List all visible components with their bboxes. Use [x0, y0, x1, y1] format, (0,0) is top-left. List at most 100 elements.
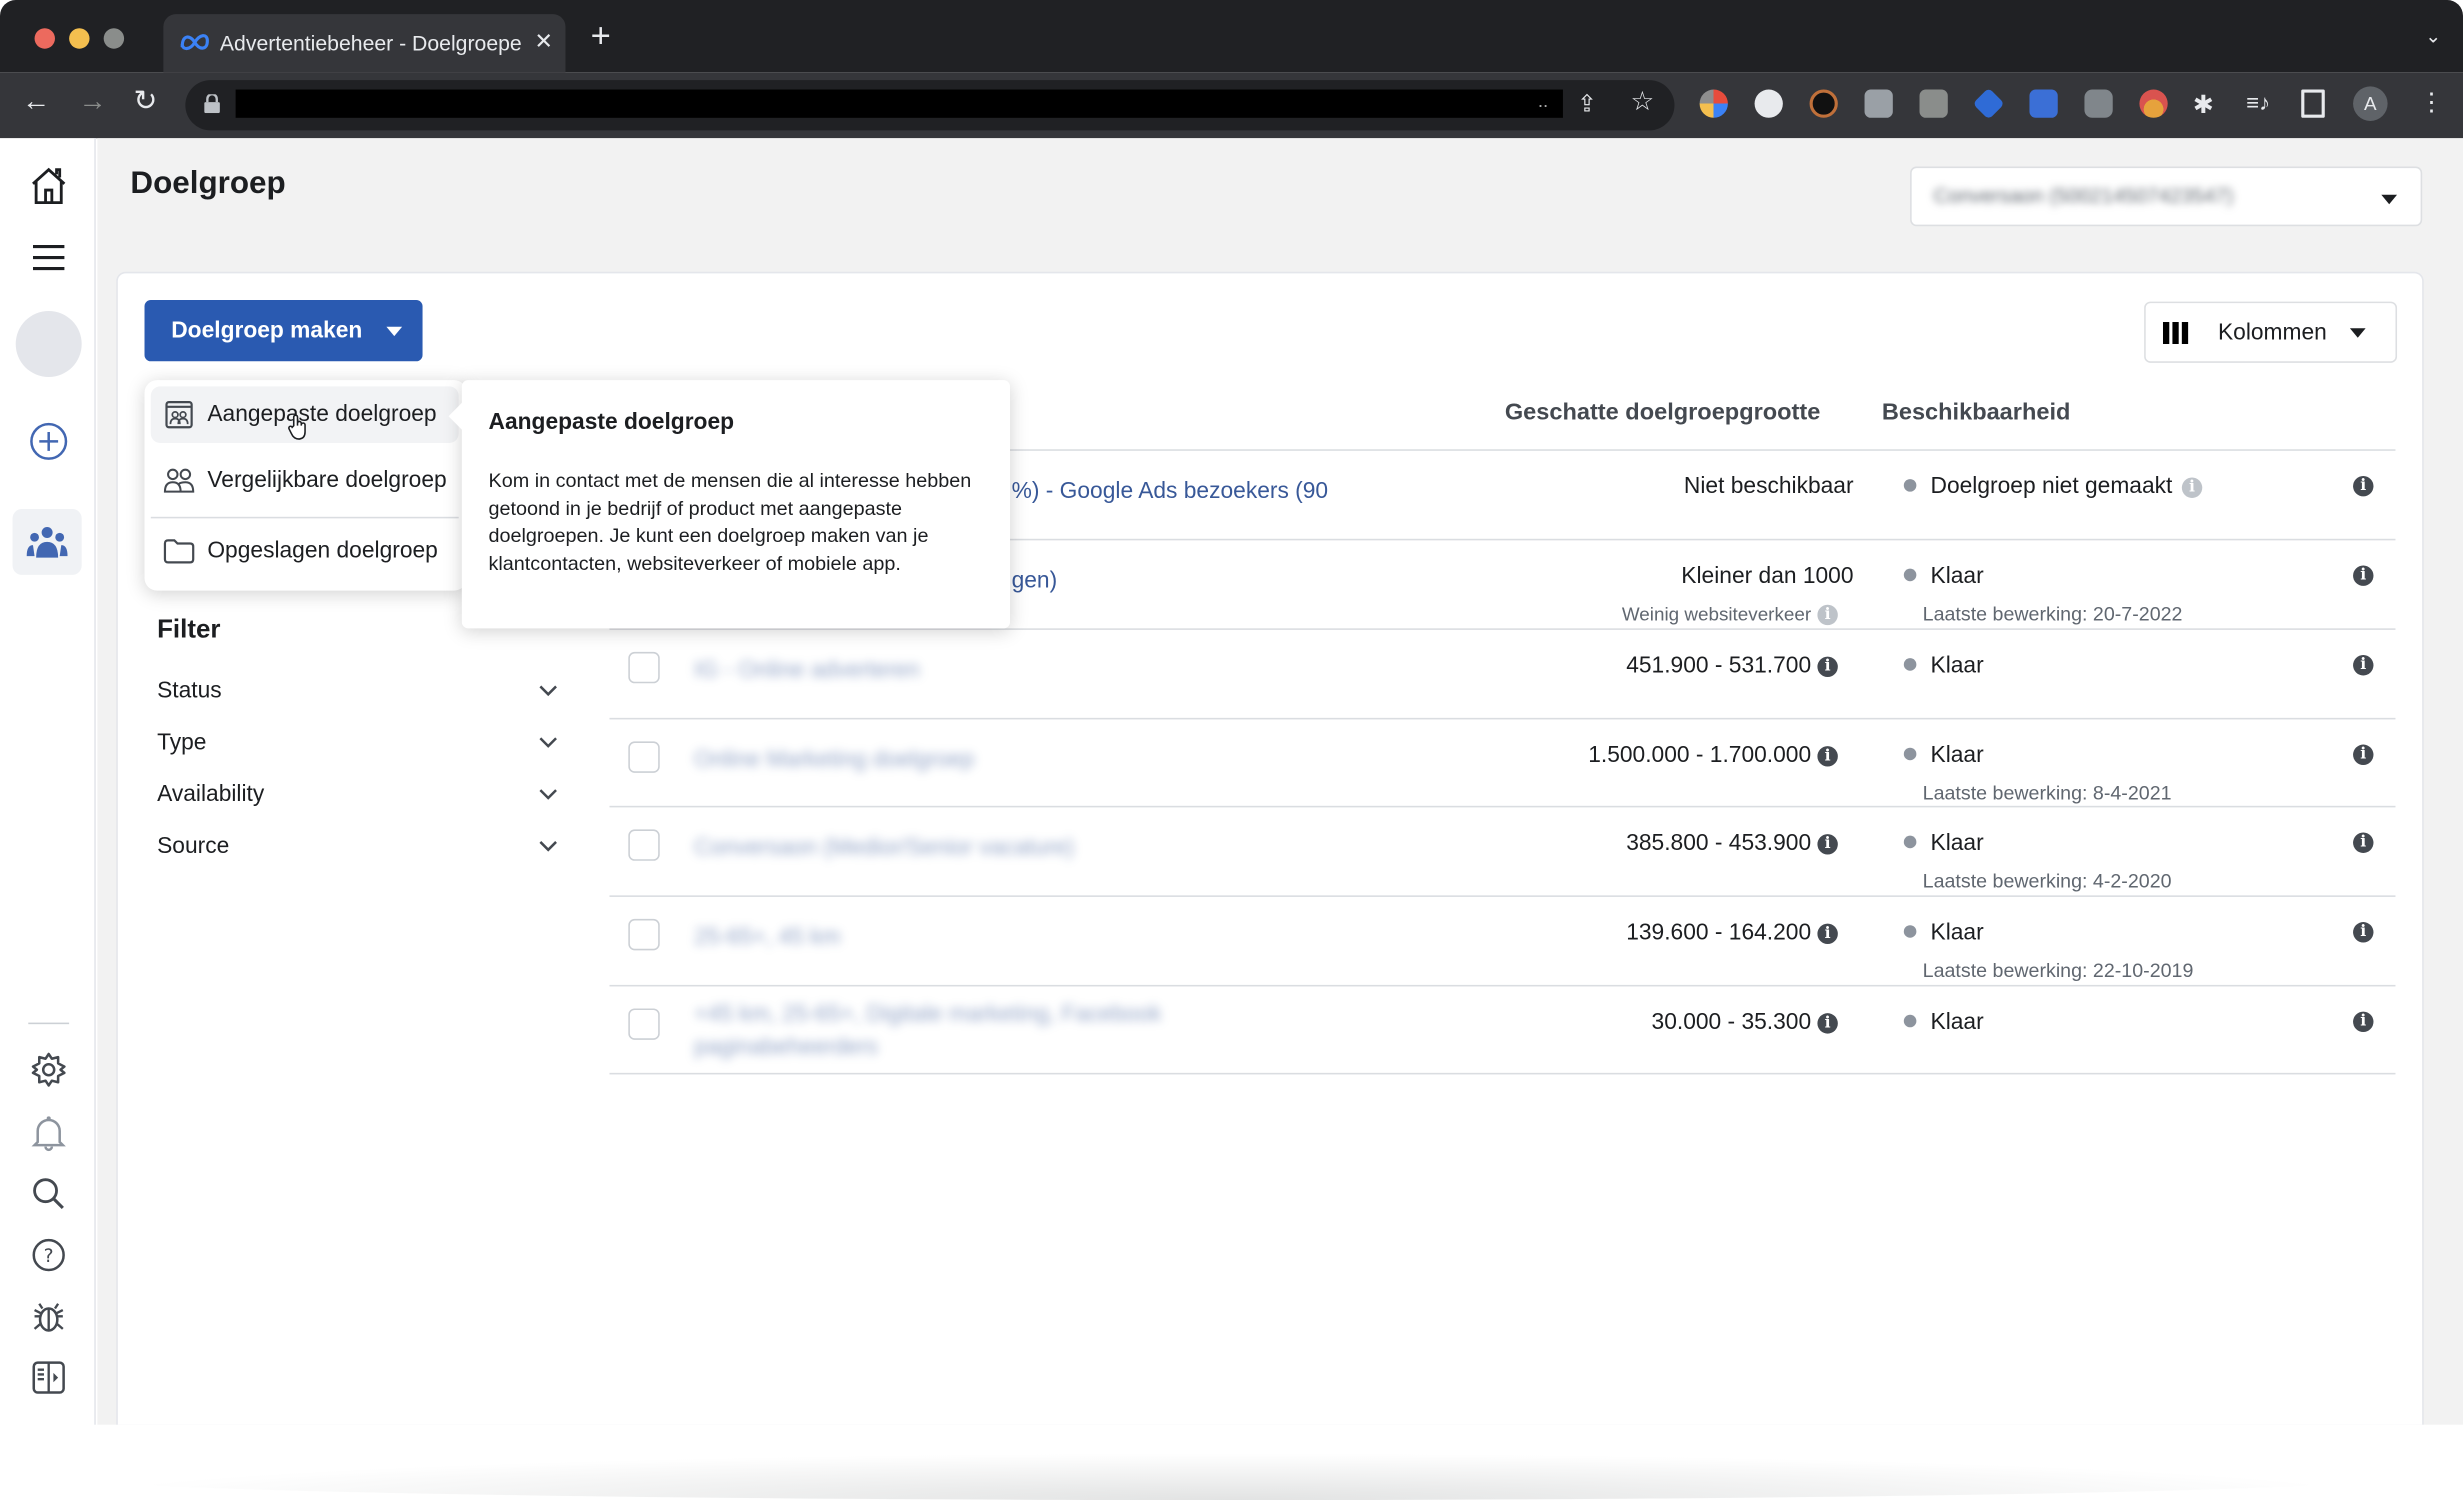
status-dot [1903, 657, 1917, 670]
share-icon[interactable]: ⇪ [1577, 90, 1597, 118]
menu-item-lookalike-audience[interactable]: Vergelijkbare doelgroep [151, 452, 459, 509]
browser-tab-active[interactable]: Advertentiebeheer - Doelgroepen ✕ [163, 14, 566, 73]
audience-name-link[interactable]: +45 km, 25-65+, Digitale marketing, Face… [694, 999, 1212, 1065]
row-info-icon[interactable]: i [2353, 744, 2374, 765]
audience-size: Niet beschikbaar [1684, 474, 1854, 499]
tag-extension-icon[interactable] [1972, 87, 2005, 120]
page-title: Doelgroep [130, 166, 286, 202]
home-icon[interactable] [24, 160, 74, 210]
table-row[interactable]: +45 km, 25-65+, Digitale marketing, Face… [609, 984, 2396, 1075]
columns-button[interactable]: Kolommen [2144, 301, 2398, 363]
santa-extension-icon[interactable] [2139, 89, 2168, 118]
settings-gear-icon[interactable] [24, 1045, 74, 1095]
minimize-window-button[interactable] [69, 28, 90, 49]
status-label: Klaar [1930, 1010, 1984, 1036]
size-value: Niet beschikbaar [1683, 474, 1854, 500]
info-icon[interactable]: i [1817, 833, 1838, 854]
availability-status: Doelgroep niet gemaakt i [1903, 474, 2203, 500]
ad-account-selector[interactable]: Conversaon (500214507423547) [1910, 166, 2423, 227]
color-wheel-extension-icon[interactable] [1699, 89, 1728, 118]
reload-button[interactable]: ↻ [134, 85, 158, 118]
last-edited: Laatste bewerking: 20-7-2022 [1922, 603, 2183, 626]
audience-name-link[interactable]: Online Marketing doelgroep [694, 748, 974, 773]
bookmark-star-icon[interactable]: ☆ [1630, 86, 1654, 117]
address-bar[interactable]: .. ⇪ ☆ [185, 80, 1675, 131]
audiences-icon[interactable] [12, 508, 82, 575]
info-icon[interactable]: i [1817, 922, 1838, 944]
table-row[interactable]: Online Marketing doelgroep 1.500.000 - 1… [609, 717, 2396, 808]
toggle-panel-icon[interactable] [24, 1352, 74, 1402]
report-bug-icon[interactable] [24, 1291, 74, 1341]
back-button[interactable]: ← [22, 85, 50, 118]
column-header-availability[interactable]: Beschikbaarheid [1882, 399, 2071, 426]
row-info-icon[interactable]: i [2353, 1011, 2374, 1033]
media-control-icon[interactable]: ≡♪ [2246, 90, 2274, 118]
row-checkbox[interactable] [628, 1008, 660, 1040]
close-window-button[interactable] [34, 28, 55, 49]
filter-status[interactable]: Status [157, 679, 559, 717]
row-checkbox[interactable] [628, 829, 660, 861]
info-icon[interactable]: i [1817, 603, 1838, 625]
menu-item-saved-audience[interactable]: Opgeslagen doelgroep [151, 523, 459, 580]
profile-avatar[interactable]: A [2353, 86, 2388, 121]
notifications-bell-icon[interactable] [24, 1107, 74, 1157]
audience-name-link[interactable]: %) - Google Ads bezoekers (90 [1012, 479, 1329, 504]
filter-source[interactable]: Source [157, 834, 559, 872]
availability-status: Klaar [1903, 743, 1984, 768]
table-row[interactable]: 25-65+, 45 km 139.600 - 164.200 i Klaar L… [609, 895, 2396, 985]
circuit-extension-icon[interactable] [1809, 89, 1838, 118]
rail-divider [28, 1022, 70, 1025]
row-info-icon[interactable]: i [2353, 655, 2374, 676]
last-edited: Laatste bewerking: 22-10-2019 [1922, 959, 2194, 982]
table-row[interactable]: IG - Online adverteren 451.900 - 531.700… [609, 628, 2396, 718]
size-value: 30.000 - 35.300 [1651, 1010, 1812, 1036]
row-checkbox[interactable] [628, 918, 660, 951]
row-checkbox[interactable] [628, 651, 660, 684]
bitwarden-extension-icon[interactable] [1864, 89, 1893, 118]
info-icon[interactable]: i [2181, 476, 2203, 498]
columns-icon [2162, 321, 2189, 344]
ad-account-value: Conversaon (500214507423547) [1933, 183, 2234, 208]
close-tab-icon[interactable]: ✕ [534, 28, 552, 55]
maximize-window-button[interactable] [103, 28, 125, 49]
forward-button[interactable]: → [79, 85, 107, 118]
extensions-puzzle-icon[interactable]: ✱ [2193, 90, 2221, 120]
audience-name-link[interactable]: gen) [1012, 569, 1058, 594]
size-value: 139.600 - 164.200 [1626, 920, 1812, 946]
app-rail: ? [0, 138, 96, 1427]
camera-extension-icon[interactable] [2084, 89, 2113, 118]
new-tab-button[interactable]: + [591, 18, 611, 54]
menu-icon[interactable] [24, 232, 74, 282]
column-header-size[interactable]: Geschatte doelgroepgrootte [1505, 399, 1821, 426]
robot-extension-icon[interactable] [1754, 89, 1783, 118]
browser-menu-icon[interactable]: ⋮ [2419, 86, 2444, 117]
row-checkbox[interactable] [628, 741, 660, 773]
chevron-down-icon [2381, 194, 2398, 205]
blue-tag-extension-icon[interactable] [2029, 89, 2058, 118]
filter-label: Availability [157, 782, 265, 808]
side-panel-icon[interactable] [2301, 89, 2325, 118]
row-info-icon[interactable]: i [2353, 475, 2374, 497]
create-audience-button[interactable]: Doelgroep maken [144, 300, 423, 362]
filter-type[interactable]: Type [157, 730, 559, 768]
info-icon[interactable]: i [1817, 745, 1838, 766]
row-info-icon[interactable]: i [2353, 922, 2374, 943]
info-icon[interactable]: i [1817, 1012, 1838, 1033]
row-info-icon[interactable]: i [2353, 832, 2374, 853]
audience-name-link[interactable]: 25-65+, 45 km [694, 925, 840, 950]
create-plus-icon[interactable] [24, 416, 74, 466]
search-icon[interactable] [24, 1169, 74, 1219]
audience-name-link[interactable]: IG - Online adverteren [694, 658, 919, 683]
code-extension-icon[interactable] [1919, 89, 1948, 118]
info-icon[interactable]: i [1817, 655, 1838, 677]
audience-name-link[interactable]: Conversaon (Medior/Senior vacature) [694, 836, 1074, 861]
filter-availability[interactable]: Availability [157, 782, 559, 820]
menu-item-tooltip: Aangepaste doelgroep Kom in contact met … [448, 380, 1011, 629]
account-avatar[interactable] [15, 311, 82, 377]
tab-search-icon[interactable]: ⌄ [2425, 25, 2441, 47]
table-row[interactable]: Conversaon (Medior/Senior vacature) 385.… [609, 805, 2396, 896]
size-value: 451.900 - 531.700 [1626, 653, 1812, 679]
availability-status: Klaar [1903, 920, 1984, 946]
row-info-icon[interactable]: i [2353, 565, 2374, 586]
help-icon[interactable]: ? [24, 1230, 74, 1280]
